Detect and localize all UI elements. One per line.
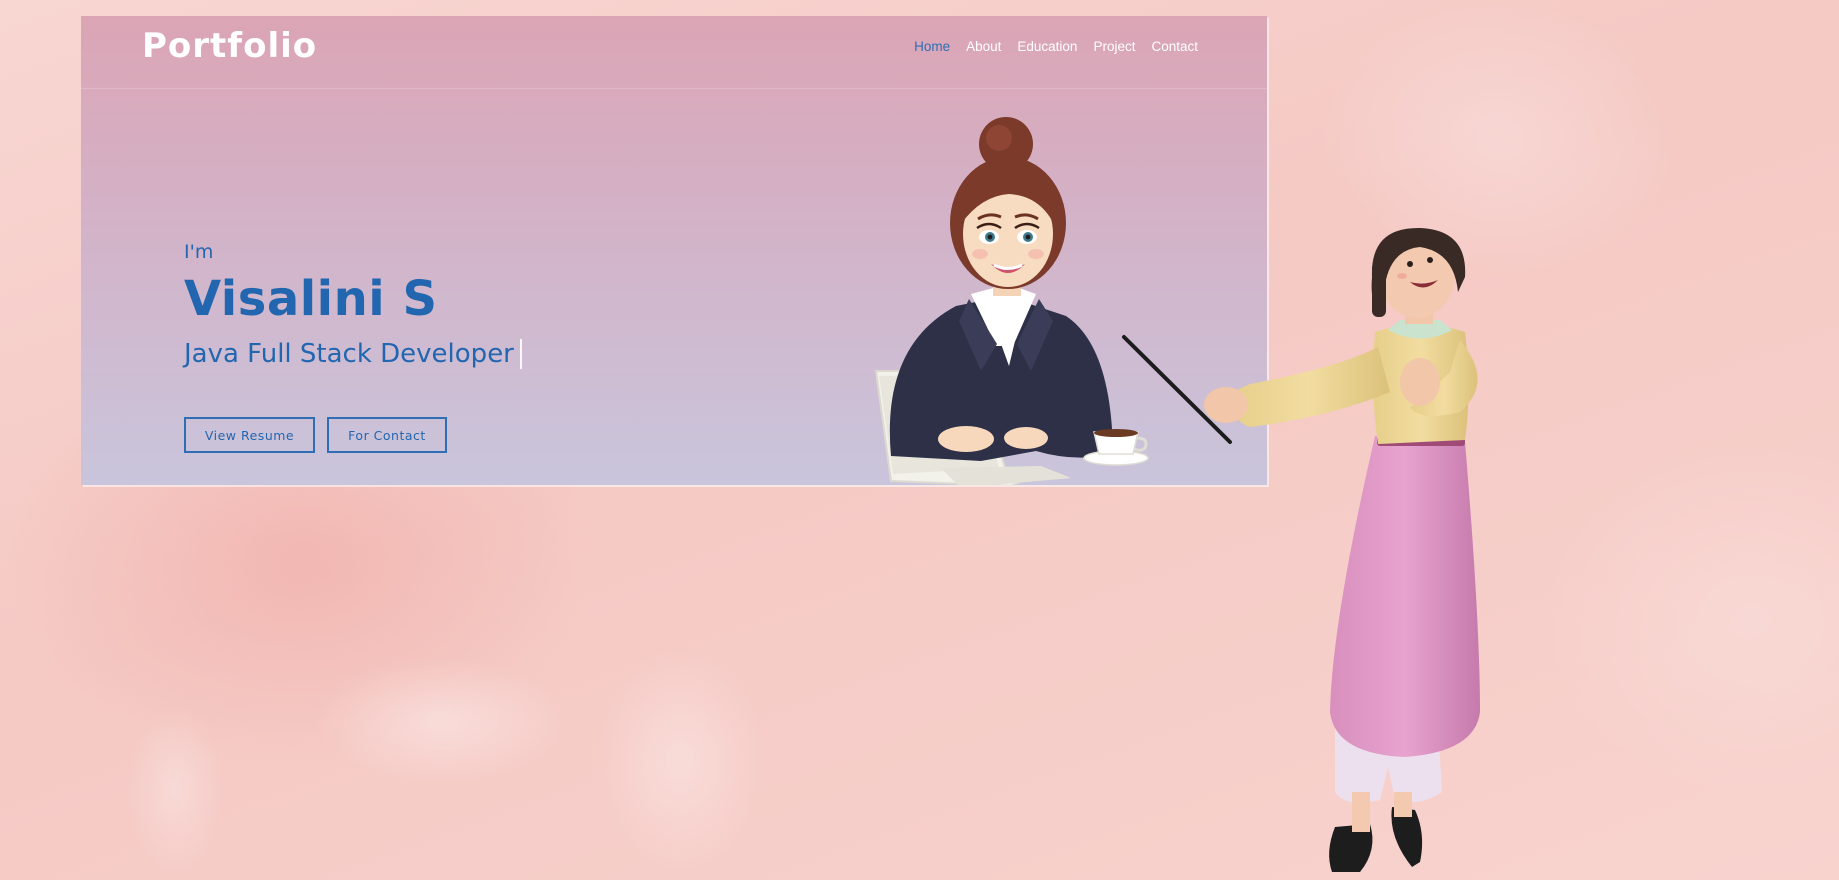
nav-links: Home About Education Project Contact bbox=[914, 39, 1198, 54]
hero-role: Java Full Stack Developer bbox=[184, 339, 522, 369]
nav-contact[interactable]: Contact bbox=[1151, 39, 1198, 54]
hero-buttons: View Resume For Contact bbox=[184, 417, 447, 453]
for-contact-button[interactable]: For Contact bbox=[327, 417, 447, 453]
portfolio-website-screenshot: Portfolio Home About Education Project C… bbox=[81, 16, 1267, 485]
hero-text: I'm Visalini S Java Full Stack Developer bbox=[184, 241, 522, 369]
hero-name: Visalini S bbox=[184, 271, 438, 327]
hero-greeting: I'm bbox=[184, 241, 214, 263]
nav-project[interactable]: Project bbox=[1093, 39, 1135, 54]
view-resume-button[interactable]: View Resume bbox=[184, 417, 315, 453]
site-logo[interactable]: Portfolio bbox=[142, 26, 317, 66]
nav-education[interactable]: Education bbox=[1017, 39, 1077, 54]
navbar: Portfolio Home About Education Project C… bbox=[81, 16, 1267, 89]
nav-home[interactable]: Home bbox=[914, 39, 950, 54]
nav-about[interactable]: About bbox=[966, 39, 1001, 54]
3d-teacher-with-pointer-illustration bbox=[1122, 227, 1480, 872]
